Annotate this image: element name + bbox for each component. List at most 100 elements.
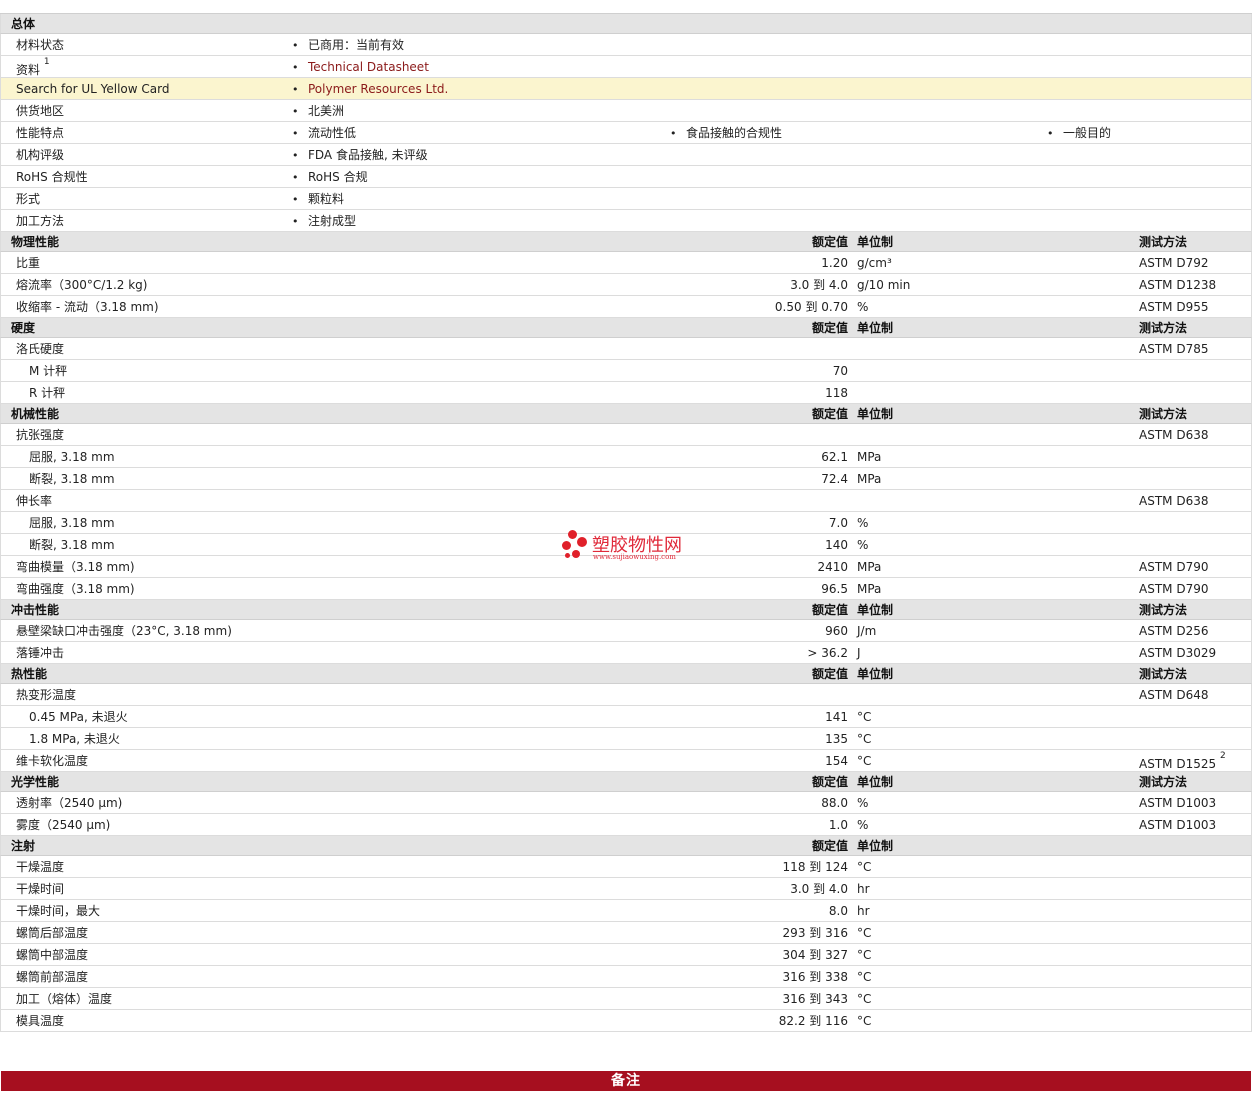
- property-label: 材料状态: [16, 34, 64, 56]
- property-label-text: Search for UL Yellow Card: [16, 82, 170, 96]
- property-label: 干燥时间: [16, 882, 65, 896]
- section-header: 热性能 额定值 单位制 测试方法: [0, 664, 1252, 684]
- bullet-item: 食品接触的合规性: [670, 122, 782, 145]
- bullet-item: 北美洲: [292, 100, 344, 123]
- table-row: M 计秤 70: [0, 360, 1252, 382]
- test-method: ASTM D790: [1139, 556, 1208, 578]
- property-label: 洛氏硬度: [16, 342, 65, 356]
- property-value: 118 到 124: [782, 860, 848, 874]
- column-header-test-method: 测试方法: [1139, 407, 1188, 421]
- test-method-text: ASTM D638: [1139, 494, 1209, 508]
- property-label[interactable]: Search for UL Yellow Card: [16, 78, 169, 100]
- property-label: 1.8 MPa, 未退火: [29, 732, 120, 746]
- test-method-text: ASTM D1003: [1139, 818, 1217, 832]
- column-header-unit: 单位制: [857, 667, 894, 681]
- table-row: 弯曲强度（3.18 mm) 96.5 MPa ASTM D790: [0, 578, 1252, 600]
- property-label: 供货地区: [16, 100, 64, 122]
- table-row: 收缩率 - 流动（3.18 mm) 0.50 到 0.70% ASTM D955: [0, 296, 1252, 318]
- bullet-item: FDA 食品接触, 未评级: [292, 144, 428, 167]
- general-row: 机构评级 FDA 食品接触, 未评级: [0, 144, 1252, 166]
- column-header-unit: 单位制: [857, 321, 894, 335]
- property-label-text: RoHS 合规性: [16, 170, 88, 184]
- column-header-unit: 单位制: [857, 407, 894, 421]
- property-label: 弯曲强度（3.18 mm): [16, 582, 135, 596]
- test-method: ASTM D1003: [1139, 814, 1216, 836]
- property-label-text: 材料状态: [16, 38, 65, 52]
- property-value: 118: [825, 386, 848, 400]
- table-row: R 计秤 118: [0, 382, 1252, 404]
- section-header: 机械性能 额定值 单位制 测试方法: [0, 404, 1252, 424]
- test-method: ASTM D3029: [1139, 642, 1216, 664]
- property-unit: MPa: [857, 582, 882, 596]
- property-unit: °C: [857, 970, 872, 984]
- property-unit: J/m: [857, 624, 877, 638]
- test-method: ASTM D256: [1139, 620, 1208, 642]
- section-title: 硬度: [11, 321, 36, 335]
- test-method: ASTM D785: [1139, 338, 1208, 360]
- test-method-text: ASTM D3029: [1139, 646, 1217, 660]
- property-value: 135: [825, 732, 848, 746]
- table-row: 螺筒前部温度 316 到 338 °C: [0, 966, 1252, 988]
- property-label-text: 形式: [16, 192, 41, 206]
- general-row: 资料 1 Technical Datasheet: [0, 56, 1252, 78]
- watermark-dot-icon: [568, 530, 577, 539]
- property-value: 96.5: [821, 582, 848, 596]
- property-unit: hr: [857, 882, 870, 896]
- property-label-text: 资料: [16, 63, 41, 77]
- watermark-logo: 塑胶物性网 www.sujiaowuxing.com: [562, 528, 702, 564]
- property-unit: MPa: [857, 472, 882, 486]
- test-method: ASTM D1238: [1139, 274, 1216, 296]
- section-header: 光学性能 额定值 单位制 测试方法: [0, 772, 1252, 792]
- general-row: 形式 颗粒料: [0, 188, 1252, 210]
- test-method: ASTM D792: [1139, 252, 1208, 274]
- table-row: 干燥时间，最大 8.0 hr: [0, 900, 1252, 922]
- table-row: 熔流率（300°C/1.2 kg) 3.0 到 4.0 g/10 min ASTM D…: [0, 274, 1252, 296]
- test-method-text: ASTM D638: [1139, 428, 1209, 442]
- bullet-item: 一般目的: [1047, 122, 1111, 145]
- property-value: 140: [825, 538, 848, 552]
- property-value: 3.0 到 4.0: [790, 882, 848, 896]
- property-label: 干燥时间，最大: [16, 904, 101, 918]
- property-label: 雾度（2540 µm): [16, 818, 111, 832]
- bullet-link[interactable]: Polymer Resources Ltd.: [292, 78, 448, 101]
- column-header-value: 额定值: [811, 235, 848, 249]
- column-header-value: 额定值: [811, 667, 848, 681]
- general-row: 加工方法 注射成型: [0, 210, 1252, 232]
- table-row: 雾度（2540 µm) 1.0% ASTM D1003: [0, 814, 1252, 836]
- test-method-text: ASTM D790: [1139, 582, 1209, 596]
- section-header-general: 总体: [0, 14, 1252, 34]
- property-unit: °C: [857, 754, 872, 768]
- property-unit: °C: [857, 860, 872, 874]
- table-row: 比重 1.20 g/cm³ ASTM D792: [0, 252, 1252, 274]
- property-label: 屈服, 3.18 mm: [29, 450, 115, 464]
- column-header-test-method: 测试方法: [1139, 775, 1188, 789]
- general-row: 材料状态 已商用：当前有效: [0, 34, 1252, 56]
- table-row: 干燥时间 3.0 到 4.0 hr: [0, 878, 1252, 900]
- footnote-marker[interactable]: 2: [1220, 751, 1226, 761]
- table-row: 断裂, 3.18 mm 72.4 MPa: [0, 468, 1252, 490]
- property-unit: °C: [857, 992, 872, 1006]
- property-unit: °C: [857, 710, 872, 724]
- property-label: 断裂, 3.18 mm: [29, 538, 115, 552]
- property-value: 960: [825, 624, 848, 638]
- property-label: R 计秤: [29, 386, 66, 400]
- table-row: 透射率（2540 µm) 88.0% ASTM D1003: [0, 792, 1252, 814]
- test-method-text: ASTM D1003: [1139, 796, 1217, 810]
- property-label: RoHS 合规性: [16, 166, 88, 188]
- property-value: 141: [825, 710, 848, 724]
- test-method-text: ASTM D648: [1139, 688, 1209, 702]
- column-header-test-method: 测试方法: [1139, 321, 1188, 335]
- property-value: 0.50 到 0.70: [774, 300, 848, 314]
- top-spacer: [0, 0, 1252, 14]
- test-method-text: ASTM D955: [1139, 300, 1209, 314]
- watermark-dot-icon: [572, 550, 580, 558]
- footnote-marker[interactable]: 1: [44, 57, 50, 67]
- table-row: 屈服, 3.18 mm 62.1 MPa: [0, 446, 1252, 468]
- bullet-link[interactable]: Technical Datasheet: [292, 56, 429, 79]
- notes-bar[interactable]: 备注: [1, 1071, 1251, 1091]
- property-unit: g/cm³: [857, 256, 892, 270]
- property-value: 88.0: [821, 796, 848, 810]
- section-header: 冲击性能 额定值 单位制 测试方法: [0, 600, 1252, 620]
- property-label: 模具温度: [16, 1014, 65, 1028]
- table-row: 抗张强度 ASTM D638: [0, 424, 1252, 446]
